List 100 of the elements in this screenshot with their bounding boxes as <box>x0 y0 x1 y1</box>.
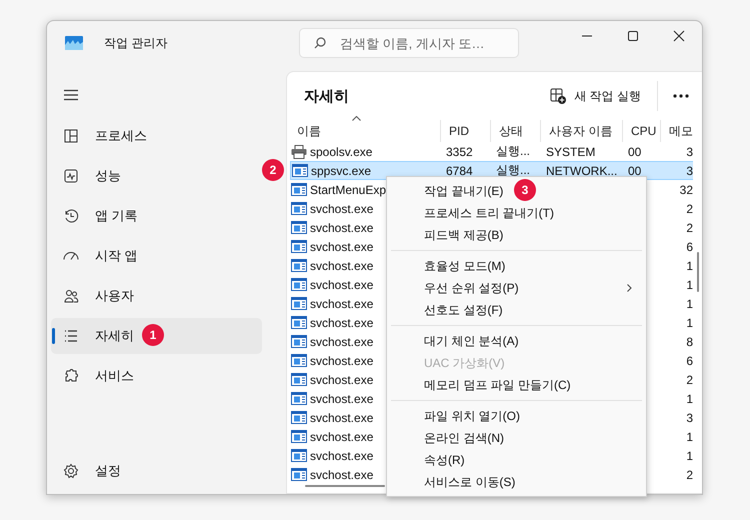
table-cell: 3 <box>686 144 693 158</box>
menu-item[interactable]: 작업 끝내기(E) <box>387 180 508 202</box>
menu-item[interactable]: 대기 체인 분석(A) <box>387 330 523 352</box>
program-icon <box>291 202 307 215</box>
program-icon <box>291 335 307 348</box>
program-icon <box>291 430 307 443</box>
process-name: spoolsv.exe <box>310 144 372 158</box>
process-name: svchost.exe <box>310 430 374 444</box>
sidebar-item[interactable]: 시작 앱 <box>51 238 262 274</box>
users-icon <box>63 288 79 304</box>
process-name: svchost.exe <box>310 468 374 482</box>
column-header[interactable]: 사용자 이름 <box>540 120 622 142</box>
table-cell: 32 <box>680 182 693 196</box>
program-icon <box>291 411 307 424</box>
menu-item[interactable]: 효율성 모드(M) <box>387 255 510 277</box>
program-icon <box>292 164 308 177</box>
new-task-icon <box>550 88 566 104</box>
table-cell: 1 <box>686 296 693 310</box>
menu-item[interactable]: 서비스로 이동(S) <box>387 471 520 493</box>
program-icon <box>291 392 307 405</box>
table-cell: 2 <box>686 372 693 386</box>
menu-item[interactable]: 우선 순위 설정(P) <box>387 277 646 299</box>
history-icon <box>63 208 79 224</box>
table-cell: 8 <box>686 334 693 348</box>
menu-icon <box>63 89 79 101</box>
menu-item[interactable]: 메모리 덤프 파일 만들기(C) <box>387 374 575 396</box>
menu-item[interactable]: 온라인 검색(N) <box>387 427 508 449</box>
process-name: svchost.exe <box>310 240 374 254</box>
sidebar-item[interactable]: 성능 <box>51 158 262 194</box>
settings-icon <box>63 463 79 479</box>
menu-item[interactable]: 피드백 제공(B) <box>387 224 508 246</box>
process-name: svchost.exe <box>310 448 374 462</box>
menu-item[interactable]: 선호도 설정(F) <box>387 299 507 321</box>
table-cell: 1 <box>686 392 693 406</box>
column-header[interactable]: 이름 <box>290 120 440 142</box>
page-title: 자세히 <box>304 86 349 106</box>
table-cell: 1 <box>686 278 693 292</box>
chevron-right-icon <box>627 284 632 292</box>
more-icon <box>673 94 689 98</box>
selected-row-highlight[interactable]: sppsvc.exe <box>290 161 440 180</box>
sidebar-item[interactable]: 사용자 <box>51 278 262 314</box>
program-icon <box>291 373 307 386</box>
search-field[interactable]: 검색할 이름, 게시자 또… <box>299 28 519 58</box>
program-icon <box>291 354 307 367</box>
menu-item[interactable]: 파일 위치 열기(O) <box>387 405 524 427</box>
sidebar-item[interactable]: 서비스 <box>51 358 262 394</box>
process-name: svchost.exe <box>310 334 374 348</box>
pulse-icon <box>63 168 79 184</box>
table-cell: 1 <box>686 316 693 330</box>
program-icon <box>291 221 307 234</box>
table-cell: 1 <box>686 448 693 462</box>
table-cell: 1 <box>686 258 693 272</box>
table-cell: 2 <box>686 220 693 234</box>
menu-item[interactable]: 프로세스 트리 끝내기(T) <box>387 202 558 224</box>
process-name: svchost.exe <box>310 410 374 424</box>
column-header[interactable]: CPU <box>622 120 660 142</box>
table-cell: 2 <box>686 468 693 482</box>
printer-icon <box>291 144 307 158</box>
program-icon <box>291 183 307 196</box>
table-cell: 3 <box>686 164 693 178</box>
table-cell-text: 00 <box>627 144 642 160</box>
close-icon <box>673 30 685 42</box>
sidebar-item[interactable]: 앱 기록 <box>51 198 262 234</box>
run-new-task-button[interactable]: 새 작업 실행 <box>540 80 651 112</box>
table-cell: 6 <box>686 354 693 368</box>
table-cell: 3 <box>686 410 693 424</box>
column-header[interactable]: PID <box>440 120 490 142</box>
process-name: svchost.exe <box>310 354 374 368</box>
table-cell: 2 <box>686 202 693 216</box>
list-icon <box>63 328 79 344</box>
table-cell-text: 3352 <box>445 144 474 160</box>
column-header[interactable]: 상태 <box>490 120 540 142</box>
process-name: StartMenuExp <box>310 182 386 196</box>
gauge-icon <box>63 252 79 260</box>
program-icon <box>291 449 307 462</box>
scrollbar[interactable] <box>305 485 385 487</box>
process-name: svchost.exe <box>310 296 374 310</box>
program-icon <box>291 468 307 481</box>
sidebar-item[interactable]: 프로세스 <box>51 118 262 154</box>
table-cell: 1 <box>686 430 693 444</box>
process-name: svchost.exe <box>310 202 374 216</box>
settings-item[interactable]: 설정 <box>51 453 262 489</box>
process-name: sppsvc.exe <box>311 164 372 178</box>
menu-item[interactable]: 속성(R) <box>387 449 469 471</box>
process-name: svchost.exe <box>310 316 374 330</box>
grid-icon <box>63 128 79 144</box>
app-logo-icon <box>65 36 83 50</box>
process-name: svchost.exe <box>310 258 374 272</box>
program-icon <box>291 240 307 253</box>
column-header[interactable]: 메모 <box>660 120 693 142</box>
program-icon <box>291 259 307 272</box>
minimize-icon <box>582 35 592 37</box>
maximize-icon <box>627 30 639 42</box>
table-cell: 6 <box>686 240 693 254</box>
search-icon <box>314 37 326 49</box>
program-icon <box>291 278 307 291</box>
scrollbar[interactable] <box>697 252 699 292</box>
table-cell-text: 실행... <box>495 143 532 160</box>
puzzle-icon <box>63 368 79 384</box>
process-name: svchost.exe <box>310 278 374 292</box>
